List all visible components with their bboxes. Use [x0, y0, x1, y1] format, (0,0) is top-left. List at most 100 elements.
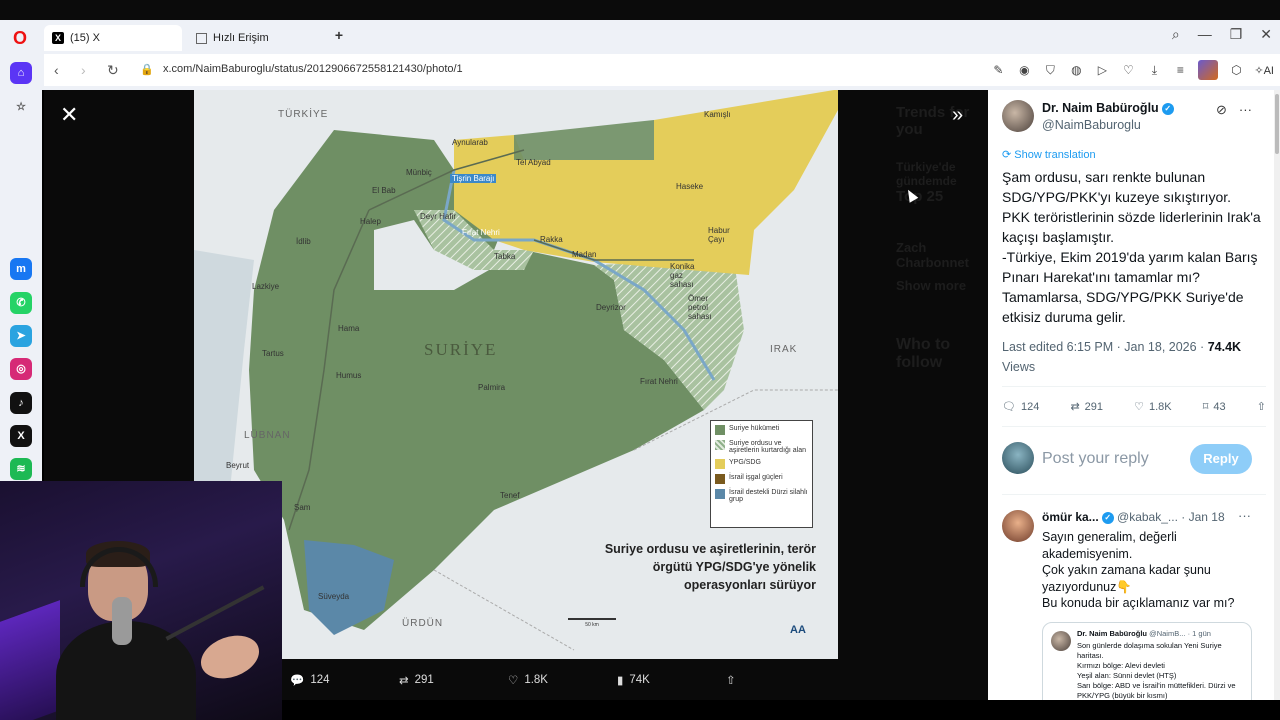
city-label: Palmira	[478, 383, 506, 392]
extension-icon[interactable]: ◍	[1068, 63, 1084, 77]
reply-author-name: ömür ka...	[1042, 510, 1099, 524]
reply-author[interactable]: ömür ka... ✓ @kabak_... · Jan 18	[1042, 510, 1225, 524]
opera-logo-icon[interactable]: O	[10, 28, 30, 48]
star-icon[interactable]: ☆	[10, 96, 32, 118]
author-name[interactable]: Dr. Naim Babüroğlu ✓	[1042, 101, 1174, 115]
repost-stat[interactable]: ⇄ 291	[1070, 400, 1103, 414]
like-count: 1.8K	[1149, 400, 1172, 413]
like-action[interactable]: ♡ 1.8K	[508, 669, 617, 691]
avatar[interactable]	[1002, 510, 1034, 542]
heart-icon: ♡	[1134, 401, 1144, 413]
quote-author: Dr. Naim Babüroğlu	[1077, 629, 1148, 638]
reply-action[interactable]: 💬 124	[290, 669, 399, 691]
tab-x[interactable]: X (15) X	[44, 25, 182, 51]
legend-item: Suriye hükümeti	[715, 425, 808, 435]
river-label: Fırat Nehri	[462, 228, 500, 237]
ai-button[interactable]: ✧AI	[1254, 64, 1274, 77]
x-icon[interactable]: X	[10, 425, 32, 447]
tab-quick-access[interactable]: Hızlı Erişim	[188, 25, 328, 51]
label-urdun: ÜRDÜN	[402, 618, 444, 629]
restore-icon[interactable]: ❐	[1230, 26, 1243, 43]
share-action[interactable]: ⇧	[726, 669, 750, 691]
author-name-text: Dr. Naim Babüroğlu	[1042, 101, 1159, 115]
home-icon[interactable]: ⌂	[10, 62, 32, 84]
view-count: 74K	[629, 674, 650, 686]
whatsapp-icon[interactable]: ✆	[10, 292, 32, 314]
reload-icon[interactable]: ↻	[107, 62, 119, 79]
field-label: Konika gaz sahası	[670, 262, 695, 289]
more-icon[interactable]: ···	[1239, 102, 1252, 118]
divider	[1002, 426, 1266, 427]
like-stat[interactable]: ♡ 1.8K	[1134, 400, 1172, 414]
river-label: Habur Çayı	[708, 226, 730, 244]
bookmark-stat[interactable]: ⌑ 43	[1203, 400, 1226, 414]
back-icon[interactable]: ‹	[54, 62, 59, 78]
repost-action[interactable]: ⇄ 291	[399, 669, 508, 691]
label-lubnan: LÜBNAN	[244, 430, 291, 441]
close-window-icon[interactable]: ✕	[1260, 26, 1272, 43]
browser-chrome: O X (15) X Hızlı Erişim + ⌕ — ❐ ✕ ‹ › ↻ …	[0, 20, 1280, 90]
close-icon[interactable]: ✕	[60, 104, 78, 126]
shield-icon[interactable]: ⛉	[1042, 63, 1058, 78]
reply-count: 124	[1020, 400, 1040, 413]
quoted-post[interactable]: Dr. Naim Babüroğlu @NaimB... · 1 gün Son…	[1042, 622, 1252, 700]
share-icon: ⇧	[1256, 401, 1266, 413]
instagram-icon[interactable]: ◎	[10, 358, 32, 380]
quote-line: Sarı bölge: ABD ve İsrail'in müttefikler…	[1077, 681, 1236, 700]
quote-handle: @NaimB...	[1149, 629, 1186, 638]
verified-icon: ✓	[1161, 102, 1174, 115]
field-label: Ömer petrol sahası	[688, 294, 712, 321]
like-count: 1.8K	[524, 674, 548, 686]
avatar[interactable]	[1002, 100, 1034, 132]
city-label: Deyrizor	[596, 303, 626, 312]
tiktok-icon[interactable]: ♪	[10, 392, 32, 414]
collapse-panel-icon[interactable]: »	[952, 104, 963, 127]
edited-time[interactable]: Last edited 6:15 PM · Jan 18, 2026 ·	[1002, 340, 1204, 354]
ai-label: AI	[1263, 64, 1274, 77]
ghost-text: Trends for you	[896, 104, 970, 138]
minimize-icon[interactable]: —	[1198, 26, 1212, 43]
legend-label: İsrail destekli Dürzi silahlı grup	[729, 489, 808, 503]
reply-button[interactable]: Reply	[1190, 444, 1252, 474]
forward-icon[interactable]: ›	[81, 62, 86, 78]
show-translation-link[interactable]: ⟳ Show translation	[1002, 148, 1096, 161]
reply-stat[interactable]: 🗨 124	[1002, 400, 1040, 414]
play-icon[interactable]: ▷	[1094, 63, 1110, 77]
heart-icon[interactable]: ♡	[1120, 63, 1136, 77]
download-icon[interactable]: ⤓	[1146, 63, 1162, 78]
legend-swatch	[715, 425, 725, 435]
views-action[interactable]: ▮ 74K	[617, 669, 726, 691]
author-handle[interactable]: @NaimBaburoglu	[1042, 118, 1141, 132]
city-label: İdlib	[296, 237, 311, 246]
legend-item: İsrail destekli Dürzi silahlı grup	[715, 489, 808, 503]
tab-label: (15) X	[70, 32, 100, 44]
menu-icon[interactable]: ≡	[1172, 63, 1188, 77]
quote-line: Yeşil alan: Sünni devlet (HTŞ)	[1077, 671, 1177, 680]
search-icon[interactable]: ⌕	[1172, 26, 1180, 43]
box-icon[interactable]: ⬡	[1228, 63, 1244, 77]
telegram-icon[interactable]: ➤	[10, 325, 32, 347]
more-icon[interactable]: ···	[1238, 508, 1251, 523]
scroll-thumb[interactable]	[1275, 94, 1279, 154]
share-stat[interactable]: ⇧	[1257, 400, 1266, 413]
messenger-icon[interactable]: m	[10, 258, 32, 280]
webcam-overlay	[0, 481, 282, 720]
city-label: Humus	[336, 371, 362, 380]
city-label: Madan	[572, 250, 597, 259]
camera-icon[interactable]: ◉	[1016, 63, 1032, 77]
new-tab-icon[interactable]: +	[332, 28, 346, 42]
spotify-icon[interactable]: ≋	[10, 458, 32, 480]
views-label: Views	[1002, 360, 1036, 374]
url-field[interactable]: x.com/NaimBaburoglu/status/2012906672558…	[163, 63, 463, 75]
lock-icon: 🔒	[140, 64, 154, 76]
ghost-text: Türkiye'de gündemde	[896, 160, 957, 188]
edit-icon[interactable]: ✎	[990, 63, 1006, 77]
scrollbar[interactable]	[1274, 90, 1280, 700]
ghost-text: Who to follow	[896, 336, 951, 371]
reply-input[interactable]: Post your reply	[1042, 450, 1149, 468]
grok-icon[interactable]: ⊘	[1216, 102, 1227, 118]
address-bar: ‹ › ↻ 🔒 x.com/NaimBaburoglu/status/20129…	[44, 54, 1280, 86]
repost-count: 291	[414, 674, 434, 686]
profile-avatar[interactable]	[1198, 60, 1219, 80]
window-controls: ⌕ — ❐ ✕	[1172, 26, 1272, 43]
